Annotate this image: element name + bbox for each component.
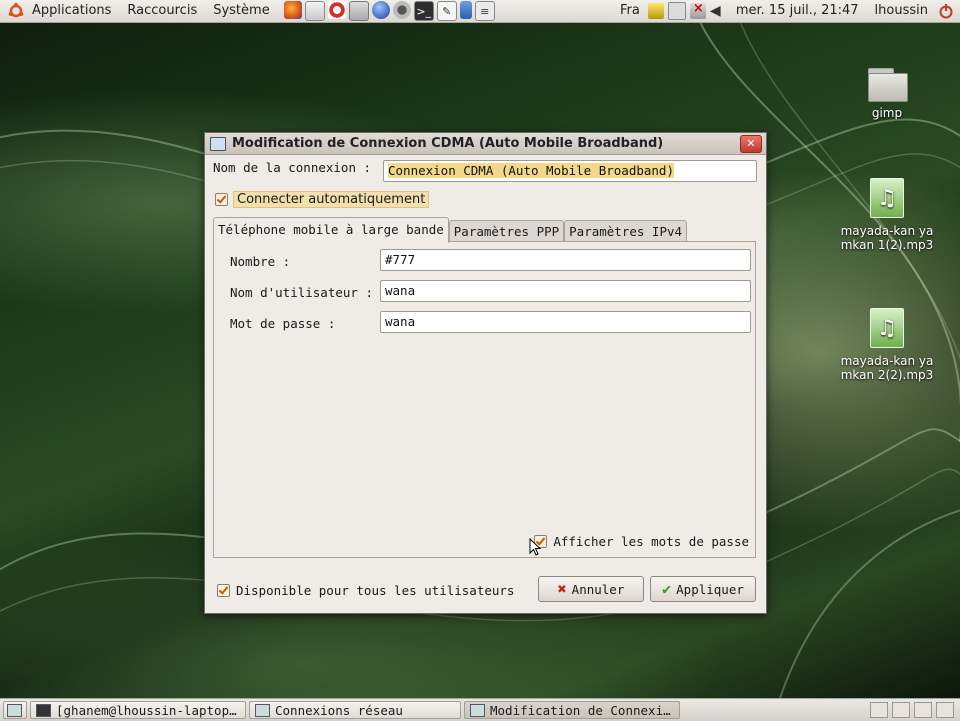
desktop-icon-gimp[interactable]: gimp (832, 68, 942, 120)
updates-icon[interactable] (647, 3, 664, 19)
phone-icon[interactable] (459, 1, 472, 19)
network-window-icon (210, 136, 226, 151)
editor-icon[interactable]: ✎ (436, 1, 457, 21)
cancel-icon: ✖ (557, 580, 567, 598)
dialog-titlebar[interactable]: Modification de Connexion CDMA (Auto Mob… (205, 133, 766, 155)
desktop-icon-label: gimp (871, 106, 903, 120)
users-icon[interactable] (392, 1, 411, 19)
taskbar-item-edit-connection[interactable]: Modification de Connexi… (464, 701, 680, 719)
tab-ppp[interactable]: Paramètres PPP (448, 220, 565, 243)
auto-connect-row: Connecter automatiquement (215, 191, 430, 208)
taskbar-item-label: [ghanem@lhoussin-laptop… (56, 702, 237, 718)
firefox-icon[interactable] (283, 1, 302, 19)
connection-name-label: Nom de la connexion : (213, 160, 372, 175)
show-passwords-label[interactable]: Afficher les mots de passe (553, 534, 749, 549)
menu-raccourcis[interactable]: Raccourcis (119, 0, 205, 22)
menu-systeme[interactable]: Système (205, 0, 277, 22)
mail-icon[interactable] (304, 1, 325, 21)
workspace-switcher (870, 702, 954, 718)
password-value: wana (385, 314, 416, 329)
dialog-title: Modification de Connexion CDMA (Auto Mob… (232, 136, 664, 151)
network-window-icon (470, 703, 485, 717)
files-icon[interactable] (348, 1, 369, 21)
username-value: wana (385, 283, 416, 298)
desktop-icon-label: mayada-kan ya mkan 1(2).mp3 (840, 224, 934, 252)
desktop-icon-label: mayada-kan ya mkan 2(2).mp3 (840, 354, 934, 382)
apply-button[interactable]: ✔ Appliquer (650, 576, 756, 602)
username-label: Nom d'utilisateur : (230, 285, 373, 300)
audio-file-icon: ♫ (870, 178, 904, 218)
apply-label: Appliquer (676, 581, 744, 597)
bottom-panel: [ghanem@lhoussin-laptop… Connexions rése… (0, 698, 960, 721)
cancel-button[interactable]: ✖ Annuler (538, 576, 644, 602)
password-label: Mot de passe : (230, 316, 336, 331)
all-users-row: Disponible pour tous les utilisateurs (217, 583, 514, 598)
show-desktop-button[interactable] (3, 701, 27, 719)
clock[interactable]: mer. 15 juil., 21:47 (728, 0, 867, 22)
workspace-2[interactable] (892, 702, 910, 718)
user-menu[interactable]: lhoussin (867, 0, 936, 22)
all-users-checkbox[interactable] (217, 584, 230, 597)
show-desktop-icon (7, 703, 22, 717)
connection-name-row: Nom de la connexion : (213, 160, 371, 175)
terminal-icon (36, 703, 51, 717)
taskbar-item-terminal[interactable]: [ghanem@lhoussin-laptop… (30, 701, 246, 719)
power-icon[interactable] (938, 3, 954, 19)
tab-ipv4[interactable]: Paramètres IPv4 (564, 220, 688, 243)
checkmark-icon: ✔ (662, 580, 672, 598)
globe-icon[interactable] (371, 1, 390, 19)
auto-connect-checkbox[interactable] (215, 193, 228, 206)
connection-name-value: Connexion CDMA (Auto Mobile Broadband) (388, 163, 674, 178)
terminal-icon[interactable]: >_ (413, 1, 434, 21)
edit-connection-dialog: Modification de Connexion CDMA (Auto Mob… (204, 132, 767, 614)
all-users-label[interactable]: Disponible pour tous les utilisateurs (236, 583, 514, 598)
workspace-1[interactable] (870, 702, 888, 718)
ubuntu-logo-icon[interactable] (8, 3, 24, 19)
settings-tabs: Téléphone mobile à large bande Paramètre… (213, 217, 688, 243)
number-input[interactable]: #777 (380, 249, 751, 271)
password-input[interactable]: wana (380, 311, 751, 333)
audio-file-icon: ♫ (870, 308, 904, 348)
close-button[interactable]: ✕ (740, 135, 762, 153)
network-disconnected-icon[interactable]: × (689, 1, 706, 19)
folder-icon (868, 68, 908, 102)
network-window-icon (255, 703, 270, 717)
auto-connect-label[interactable]: Connecter automatiquement (233, 191, 430, 208)
top-panel: Applications Raccourcis Système >_ ✎ ≡ F… (0, 0, 960, 23)
system-tray: Fra × ◀ mer. 15 juil., 21:47 lhoussin (612, 0, 960, 22)
network-icon[interactable] (667, 2, 686, 20)
desktop-icon-mp3-1[interactable]: ♫ mayada-kan ya mkan 1(2).mp3 (832, 178, 942, 252)
desktop-icon-mp3-2[interactable]: ♫ mayada-kan ya mkan 2(2).mp3 (832, 308, 942, 382)
mobile-broadband-panel: Nombre : #777 Nom d'utilisateur : wana M… (213, 241, 756, 558)
username-input[interactable]: wana (380, 280, 751, 302)
trash-icon[interactable] (936, 702, 954, 718)
help-icon[interactable] (327, 1, 346, 19)
taskbar-item-network-connections[interactable]: Connexions réseau (249, 701, 461, 719)
show-passwords-row: Afficher les mots de passe (534, 534, 749, 549)
cancel-label: Annuler (571, 581, 625, 597)
keyboard-layout[interactable]: Fra (612, 0, 646, 22)
number-value: #777 (385, 252, 416, 267)
connection-name-input[interactable]: Connexion CDMA (Auto Mobile Broadband) (383, 160, 757, 182)
workspace-3[interactable] (914, 702, 932, 718)
close-icon: ✕ (746, 137, 756, 150)
volume-icon[interactable]: ◀ (710, 3, 726, 19)
launchers: >_ ✎ ≡ (283, 1, 495, 21)
mouse-cursor-icon (529, 538, 541, 556)
tab-mobile-broadband[interactable]: Téléphone mobile à large bande (213, 217, 449, 243)
taskbar-item-label: Modification de Connexi… (490, 702, 671, 718)
taskbar-item-label: Connexions réseau (275, 702, 403, 718)
number-label: Nombre : (230, 254, 291, 269)
menu-applications[interactable]: Applications (24, 0, 119, 22)
text-editor-icon[interactable]: ≡ (474, 1, 495, 21)
